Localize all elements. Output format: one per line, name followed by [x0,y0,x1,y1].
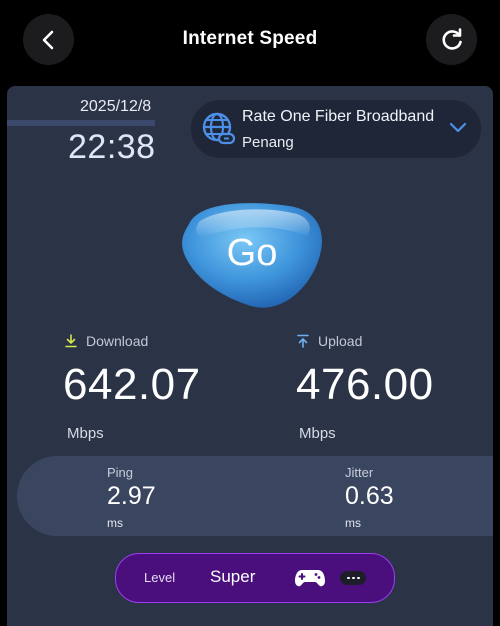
chevron-down-icon [449,122,467,133]
level-badge[interactable]: Level Super [115,553,395,603]
level-value: Super [210,567,256,586]
speed-test-panel: 2025/12/8 22:38 Rate One Fiber Broadband… [7,86,493,626]
globe-network-icon [202,112,236,145]
upload-value: 476.00 [296,360,434,409]
upload-unit: Mbps [299,425,336,442]
jitter-label: Jitter [345,465,374,480]
more-options-icon[interactable] [340,571,366,585]
top-bar: Internet Speed [0,0,500,82]
date-divider [7,120,155,126]
download-arrow-icon [65,334,77,348]
provider-name: Rate One Fiber Broadband [242,108,435,125]
ping-unit: ms [107,516,123,530]
go-button-label: Go [226,232,278,274]
provider-selector[interactable]: Rate One Fiber Broadband Penang [191,100,481,158]
jitter-unit: ms [345,516,361,530]
page-title: Internet Speed [182,28,318,49]
latency-stats-card: Ping 2.97 ms Jitter 0.63 ms [17,456,493,536]
download-label-row: Download [65,333,148,349]
test-time: 22:38 [68,128,156,166]
upload-label: Upload [318,333,363,349]
download-value: 642.07 [63,360,201,409]
level-label: Level [144,570,176,585]
download-label: Download [86,333,149,349]
ping-label: Ping [107,465,134,480]
download-unit: Mbps [67,425,104,442]
refresh-icon [442,27,462,50]
jitter-value: 0.63 [345,482,394,510]
upload-label-row: Upload [297,333,362,349]
test-date: 2025/12/8 [80,98,152,115]
provider-location: Penang [242,134,294,151]
upload-arrow-icon [297,334,309,348]
refresh-button[interactable] [426,14,477,65]
ping-value: 2.97 [107,482,156,510]
gamepad-icon [295,570,325,587]
